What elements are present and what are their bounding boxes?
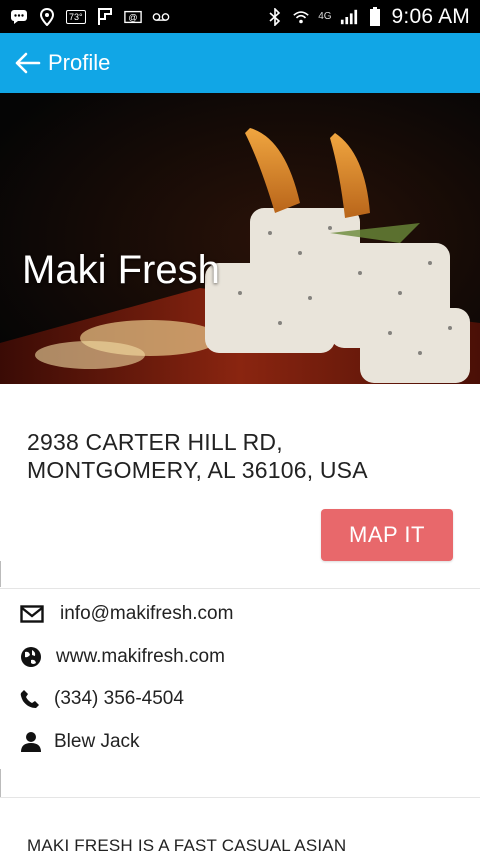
- app-bar: Profile: [0, 33, 480, 93]
- user-icon: [20, 729, 48, 755]
- flipboard-icon: [96, 7, 114, 26]
- phone-icon: [20, 686, 48, 712]
- location-pin-icon: [38, 7, 56, 26]
- map-it-button[interactable]: MAP IT: [321, 509, 453, 561]
- back-button[interactable]: [10, 46, 44, 80]
- website-row[interactable]: www.makifresh.com: [20, 642, 225, 672]
- network-type: 4G: [318, 11, 332, 22]
- signal-icon: [340, 8, 358, 26]
- phone-row[interactable]: (334) 356-4504: [20, 684, 184, 714]
- person-row: Blew Jack: [20, 727, 140, 757]
- chat-icon: [10, 8, 28, 26]
- hero-image: Maki Fresh: [0, 93, 480, 384]
- contact-card: info@makifresh.com www.makifresh.com (33…: [0, 561, 480, 798]
- address-line-2: MONTGOMERY, AL 36106, USA: [27, 457, 368, 483]
- restaurant-name: Maki Fresh: [22, 248, 220, 292]
- address: 2938 CARTER HILL RD, MONTGOMERY, AL 3610…: [27, 428, 447, 484]
- svg-text:@: @: [128, 12, 137, 22]
- sushi-photo: [0, 93, 480, 384]
- arrow-left-icon: [15, 52, 41, 74]
- status-bar: 73° @ 4G 9:06 AM: [0, 0, 480, 33]
- voicemail-icon: [152, 8, 170, 26]
- phone-link[interactable]: (334) 356-4504: [54, 688, 184, 710]
- email-row[interactable]: info@makifresh.com: [20, 599, 233, 629]
- battery-icon: [366, 6, 384, 26]
- wifi-icon: [292, 8, 310, 26]
- clock: 9:06 AM: [391, 4, 470, 28]
- address-line-1: 2938 CARTER HILL RD,: [27, 429, 283, 455]
- website-link[interactable]: www.makifresh.com: [56, 646, 225, 668]
- envelope-icon: [20, 601, 48, 627]
- contact-person: Blew Jack: [54, 731, 140, 752]
- email-link[interactable]: info@makifresh.com: [60, 603, 233, 625]
- description-text: MAKI FRESH IS A FAST CASUAL ASIAN: [27, 836, 347, 855]
- page-title: Profile: [48, 50, 111, 75]
- weather-badge: 73°: [66, 9, 86, 24]
- divider-tick: [0, 561, 1, 587]
- email-app-icon: @: [123, 8, 142, 26]
- bluetooth-icon: [266, 7, 284, 26]
- divider-tick: [0, 769, 1, 797]
- globe-icon: [20, 644, 48, 670]
